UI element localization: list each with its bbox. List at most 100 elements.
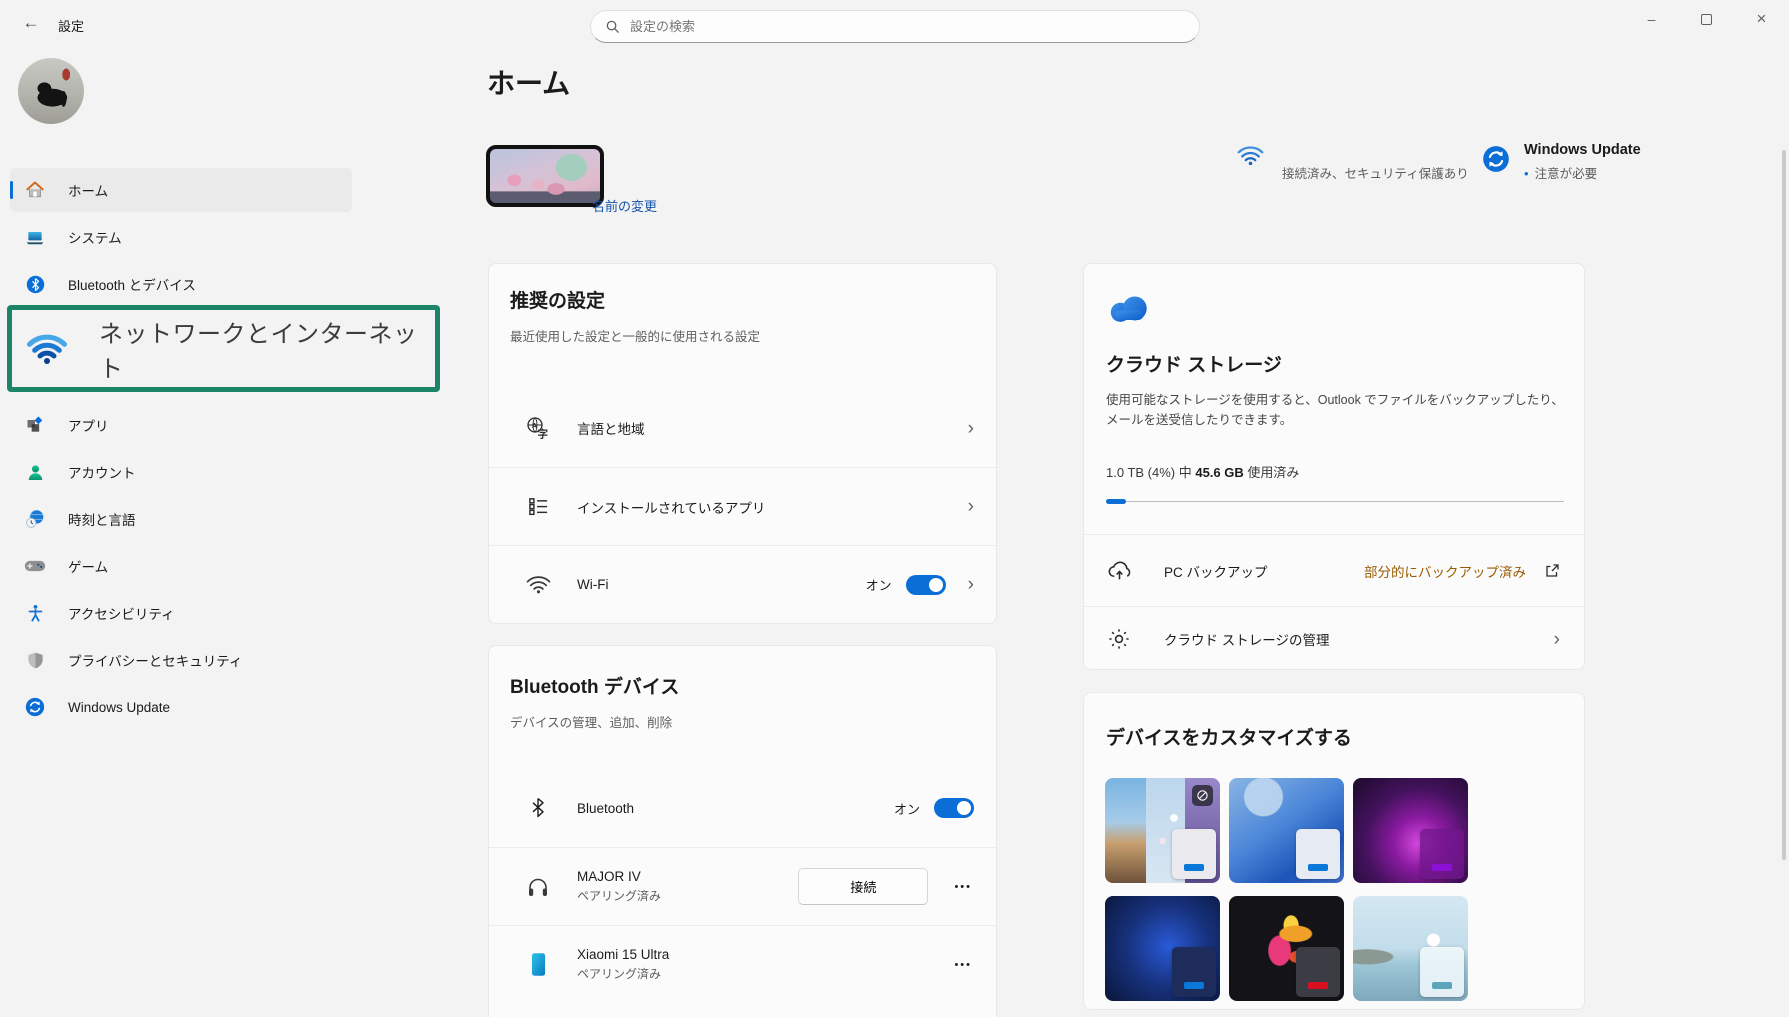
theme-thumbnail-dark-blue[interactable] <box>1105 896 1220 1001</box>
row-label: 言語と地域 <box>577 418 645 438</box>
more-options-button[interactable]: ••• <box>952 953 974 977</box>
sidebar-nav-top: ホーム システム Bluetooth とデバイス <box>10 168 352 309</box>
external-link-icon <box>1544 563 1560 579</box>
card-title: 推奨の設定 <box>510 286 605 313</box>
vertical-scrollbar[interactable] <box>1782 150 1786 860</box>
storage-progress-bar <box>1106 498 1564 504</box>
page-title: ホーム <box>487 62 570 102</box>
row-manage-cloud-storage[interactable]: クラウド ストレージの管理 › <box>1084 606 1584 671</box>
desktop-preview-overlay <box>1172 947 1216 997</box>
bluetooth-devices-card: Bluetooth デバイス デバイスの管理、追加、削除 Bluetooth オ… <box>488 645 997 1017</box>
row-device-xiaomi[interactable]: Xiaomi 15 Ultra ペアリング済み ••• <box>489 925 996 1003</box>
row-label: Wi-Fi <box>577 577 608 592</box>
sidebar-item-gaming[interactable]: ゲーム <box>10 544 352 588</box>
theme-thumbnail-bloom-light[interactable] <box>1105 778 1220 883</box>
row-label: インストールされているアプリ <box>577 497 765 517</box>
chevron-right-icon: › <box>968 497 974 516</box>
theme-thumbnail-lake-light[interactable] <box>1353 896 1468 1001</box>
row-language-region[interactable]: A字 言語と地域 › <box>489 389 996 467</box>
row-label: クラウド ストレージの管理 <box>1164 629 1329 649</box>
device-wallpaper-preview <box>486 145 604 207</box>
bluetooth-toggle[interactable] <box>934 798 974 818</box>
back-button[interactable]: ← <box>14 8 48 38</box>
sidebar-item-windows-update[interactable]: Windows Update <box>10 685 352 729</box>
sidebar-item-home[interactable]: ホーム <box>10 168 352 212</box>
device-status: ペアリング済み <box>577 965 669 982</box>
chevron-right-icon: › <box>968 575 974 594</box>
user-avatar <box>18 58 84 124</box>
maximize-button[interactable] <box>1679 0 1734 38</box>
time-language-icon <box>24 508 46 530</box>
row-device-major-iv[interactable]: MAJOR IV ペアリング済み 接続 ••• <box>489 847 996 925</box>
language-icon: A字 <box>525 416 551 440</box>
taskbar-pill <box>1184 864 1204 871</box>
card-title: Bluetooth デバイス <box>510 672 679 699</box>
wifi-status-icon <box>1237 145 1264 166</box>
bluetooth-icon <box>525 797 551 819</box>
minimize-icon: – <box>1648 11 1656 27</box>
storage-progress-fill <box>1106 499 1126 504</box>
backup-cloud-icon <box>1106 558 1132 583</box>
theme-thumbnail-windows-blue[interactable] <box>1229 778 1344 883</box>
sidebar-item-bluetooth-devices[interactable]: Bluetooth とデバイス <box>10 262 352 306</box>
alert-bullet-icon: • <box>1524 166 1529 181</box>
auto-theme-icon <box>1192 785 1213 806</box>
sidebar-item-label: システム <box>68 227 122 247</box>
network-status[interactable]: 接続済み、セキュリティ保護あり <box>1237 145 1469 182</box>
wifi-toggle[interactable] <box>906 575 946 595</box>
system-icon <box>24 226 46 248</box>
sidebar-item-label: 時刻と言語 <box>68 509 136 529</box>
taskbar-pill <box>1308 982 1328 989</box>
settings-search[interactable] <box>590 10 1200 43</box>
sidebar-item-accessibility[interactable]: アクセシビリティ <box>10 591 352 635</box>
rename-device-link[interactable]: 名前の変更 <box>592 196 657 215</box>
sidebar-item-apps[interactable]: アプリ <box>10 403 352 447</box>
windows-update-status[interactable]: Windows Update •注意が必要 <box>1482 142 1641 182</box>
row-label: Bluetooth <box>577 801 634 816</box>
back-icon: ← <box>23 13 40 32</box>
toggle-state-label: オン <box>866 575 892 594</box>
device-status: ペアリング済み <box>577 887 661 904</box>
close-button[interactable]: × <box>1734 0 1789 38</box>
sidebar-item-time-language[interactable]: 時刻と言語 <box>10 497 352 541</box>
sidebar-item-label: Bluetooth とデバイス <box>68 274 196 294</box>
minimize-button[interactable]: – <box>1624 0 1679 38</box>
update-status-text: 注意が必要 <box>1535 167 1598 181</box>
theme-thumbnail-grid <box>1105 778 1468 1001</box>
gamepad-icon <box>24 555 46 577</box>
headphones-icon <box>525 875 551 899</box>
sidebar-item-system[interactable]: システム <box>10 215 352 259</box>
theme-thumbnail-flower-dark[interactable] <box>1229 896 1344 1001</box>
chevron-right-icon: › <box>968 419 974 438</box>
sidebar-item-accounts[interactable]: アカウント <box>10 450 352 494</box>
taskbar-pill <box>1432 864 1452 871</box>
theme-thumbnail-purple-glow[interactable] <box>1353 778 1468 883</box>
chevron-right-icon: › <box>1554 630 1560 649</box>
sidebar-item-privacy[interactable]: プライバシーとセキュリティ <box>10 638 352 682</box>
row-installed-apps[interactable]: インストールされているアプリ › <box>489 467 996 545</box>
search-input[interactable] <box>630 19 1185 34</box>
wifi-icon <box>525 575 551 594</box>
more-options-button[interactable]: ••• <box>952 875 974 899</box>
sidebar-item-label: ゲーム <box>68 556 108 576</box>
row-label: PC バックアップ <box>1164 561 1268 581</box>
account-icon <box>24 461 46 483</box>
annotation-highlight-network: ネットワークとインターネット <box>7 305 440 392</box>
row-bluetooth-toggle[interactable]: Bluetooth オン <box>489 769 996 847</box>
row-pc-backup[interactable]: PC バックアップ 部分的にバックアップ済み <box>1084 534 1584 606</box>
storage-usage-text: 1.0 TB (4%) 中 45.6 GB 使用済み <box>1106 462 1299 481</box>
card-subtitle: 最近使用した設定と一般的に使用される設定 <box>510 326 760 345</box>
row-wifi[interactable]: Wi-Fi オン › <box>489 545 996 623</box>
sidebar-item-network[interactable]: ネットワークとインターネット <box>99 314 435 384</box>
desktop-preview-overlay <box>1296 829 1340 879</box>
search-icon <box>605 19 620 34</box>
desktop-preview-overlay <box>1172 829 1216 879</box>
sidebar-item-label: プライバシーとセキュリティ <box>68 650 242 670</box>
taskbar-pill <box>1308 864 1328 871</box>
connect-button[interactable]: 接続 <box>798 868 928 905</box>
wifi-icon <box>27 334 67 364</box>
recommended-settings-card: 推奨の設定 最近使用した設定と一般的に使用される設定 A字 言語と地域 › イン… <box>488 263 997 624</box>
cloud-description: 使用可能なストレージを使用すると、Outlook でファイルをバックアップしたり… <box>1106 390 1568 430</box>
selected-indicator <box>10 181 13 199</box>
card-subtitle: デバイスの管理、追加、削除 <box>510 712 672 731</box>
